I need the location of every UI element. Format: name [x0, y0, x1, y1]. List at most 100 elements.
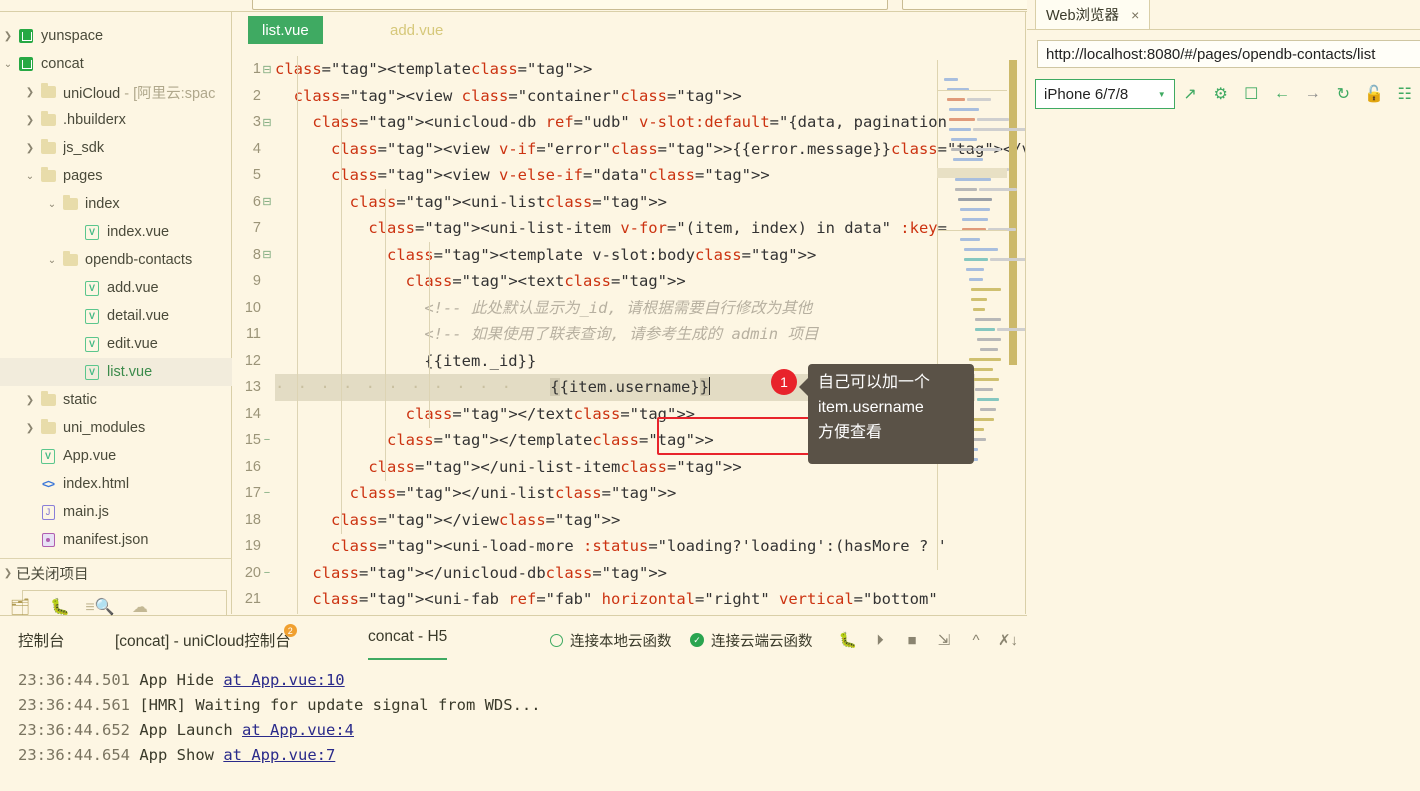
stop-icon[interactable]: ■: [896, 632, 928, 649]
console-log-line: 23:36:44.561 [HMR] Waiting for update si…: [18, 693, 1018, 718]
log-source-link[interactable]: at App.vue:7: [223, 746, 335, 764]
code-line-18[interactable]: class="tag"></viewclass="tag">>: [275, 507, 975, 534]
editor-tab-list-vue[interactable]: list.vue: [248, 16, 323, 44]
open-external-icon[interactable]: ↗: [1175, 84, 1206, 104]
code-line-5[interactable]: class="tag"><view v-else-if="data"class=…: [275, 162, 975, 189]
log-message: [HMR] Waiting for update signal from WDS…: [139, 696, 541, 714]
code-line-2[interactable]: class="tag"><view class="container"class…: [275, 83, 975, 110]
code-line-3[interactable]: class="tag"><unicloud-db ref="udb" v-slo…: [275, 109, 975, 136]
console-icon[interactable]: ☐: [1236, 84, 1267, 104]
chevron-right-icon[interactable]: ❯: [22, 423, 38, 434]
tree-item-uni_modules[interactable]: ❯ uni_modules: [0, 414, 232, 442]
chevron-down-icon[interactable]: ⌄: [22, 171, 38, 182]
tree-item-pages[interactable]: ⌄ pages: [0, 162, 232, 190]
line-number: 18: [244, 511, 261, 528]
code-line-9[interactable]: class="tag"><textclass="tag">>: [275, 268, 975, 295]
chevron-right-icon[interactable]: ❯: [22, 87, 38, 98]
clear-icon[interactable]: ✗↓: [992, 631, 1024, 649]
console-tab-unicloud[interactable]: [concat] - uniCloud控制台 2: [115, 616, 297, 664]
tree-item-app.vue[interactable]: V App.vue: [0, 442, 232, 470]
close-icon[interactable]: ×: [1131, 7, 1139, 23]
bug-icon[interactable]: 🐛: [832, 631, 864, 649]
tree-item-add.vue[interactable]: Vadd.vue: [0, 274, 232, 302]
fold-toggle-icon[interactable]: −: [261, 434, 273, 446]
fold-toggle-icon[interactable]: −: [261, 567, 273, 579]
tree-item-.hbuilderx[interactable]: ❯ .hbuilderx: [0, 106, 232, 134]
minimap-slider[interactable]: [1009, 60, 1017, 365]
minimap-line: [975, 388, 994, 391]
code-line-19[interactable]: class="tag"><uni-load-more :status="load…: [275, 533, 975, 560]
run-icon[interactable]: ⏵: [864, 632, 896, 649]
project-tree[interactable]: ❯ yunspace ⌄ concat ❯ uniCloud - [阿里云:spac ❯ .h…: [0, 22, 232, 550]
code-lines[interactable]: class="tag"><templateclass="tag">> class…: [275, 56, 1025, 614]
closed-projects-row[interactable]: ❯ 已关闭项目: [0, 558, 232, 588]
code-line-20[interactable]: class="tag"></unicloud-dbclass="tag">>: [275, 560, 975, 587]
code-line-8[interactable]: class="tag"><template v-slot:bodyclass="…: [275, 242, 975, 269]
fold-toggle-icon[interactable]: ⊟: [261, 116, 273, 129]
tree-item-index.html[interactable]: <> index.html: [0, 470, 232, 498]
forward-arrow-icon[interactable]: →: [1297, 85, 1328, 103]
tree-item-detail.vue[interactable]: Vdetail.vue: [0, 302, 232, 330]
tree-item-yunspace[interactable]: ❯ yunspace: [0, 22, 232, 50]
code-area[interactable]: 1 ⊟ 2 3 ⊟ 4 5 6 ⊟ 7 8 ⊟ 9 10 11 12 13 14 15−16 17−18 19 20−21…: [233, 56, 1025, 614]
cloud-icon[interactable]: ☁: [120, 597, 160, 617]
url-input[interactable]: http://localhost:8080/#/pages/opendb-con…: [1037, 40, 1420, 68]
chevron-right-icon[interactable]: ❯: [22, 395, 38, 406]
gutter-row: 12: [233, 348, 273, 375]
search-list-icon[interactable]: ≡🔍: [80, 597, 120, 617]
console-tab-h5[interactable]: concat - H5: [368, 616, 448, 660]
chevron-right-icon[interactable]: ❯: [22, 115, 38, 126]
settings-gear-icon[interactable]: ⚙: [1205, 84, 1236, 104]
tree-item-js_sdk[interactable]: ❯ js_sdk: [0, 134, 232, 162]
code-line-10[interactable]: <!-- 此处默认显示为_id, 请根据需要自行修改为其他: [275, 295, 975, 322]
log-source-link[interactable]: at App.vue:4: [242, 721, 354, 739]
bug-icon[interactable]: 🐛: [40, 597, 80, 617]
tree-item-static[interactable]: ❯ static: [0, 386, 232, 414]
status-remote-cloud-function[interactable]: ✓ 连接云端云函数: [690, 616, 813, 664]
minimap-line: [948, 108, 979, 111]
minimap-line: [944, 78, 959, 81]
fold-toggle-icon[interactable]: ⊟: [261, 195, 273, 208]
tree-item-edit.vue[interactable]: Vedit.vue: [0, 330, 232, 358]
tree-item-unicloud[interactable]: ❯ uniCloud - [阿里云:spac: [0, 78, 232, 106]
tree-item-main.js[interactable]: Jmain.js: [0, 498, 232, 526]
collapse-up-icon[interactable]: ^: [960, 632, 992, 649]
chevron-down-icon[interactable]: ⌄: [44, 199, 60, 210]
lock-icon[interactable]: 🔓: [1359, 84, 1390, 104]
files-icon[interactable]: 🗂: [0, 597, 40, 617]
code-line-17[interactable]: class="tag"></uni-listclass="tag">>: [275, 480, 975, 507]
browser-tab[interactable]: Web浏览器 ×: [1035, 0, 1151, 30]
device-select[interactable]: iPhone 6/7/8 ▼: [1035, 79, 1175, 109]
fold-toggle-icon[interactable]: ⊟: [261, 63, 273, 76]
back-arrow-icon[interactable]: ←: [1267, 85, 1298, 103]
fold-toggle-icon[interactable]: −: [261, 487, 273, 499]
tree-item-concat[interactable]: ⌄ concat: [0, 50, 232, 78]
code-line-21[interactable]: class="tag"><uni-fab ref="fab" horizonta…: [275, 586, 975, 613]
chevron-right-icon[interactable]: ❯: [0, 31, 16, 42]
gutter-row: 16: [233, 454, 273, 481]
chevron-right-icon: ❯: [3, 568, 13, 579]
status-local-cloud-function[interactable]: 连接本地云函数: [550, 616, 672, 664]
fold-toggle-icon[interactable]: ⊟: [261, 248, 273, 261]
code-line-1[interactable]: class="tag"><templateclass="tag">>: [275, 56, 975, 83]
code-line-7[interactable]: class="tag"><uni-list-item v-for="(item,…: [275, 215, 975, 242]
tree-item-list.vue[interactable]: Vlist.vue: [0, 358, 232, 386]
tree-item-opendb-contacts[interactable]: ⌄ opendb-contacts: [0, 246, 232, 274]
log-source-link[interactable]: at App.vue:10: [223, 671, 344, 689]
qrcode-icon[interactable]: ☷: [1389, 84, 1420, 104]
tree-item-index.vue[interactable]: Vindex.vue: [0, 218, 232, 246]
code-line-4[interactable]: class="tag"><view v-if="error"class="tag…: [275, 136, 1025, 163]
reload-icon[interactable]: ↻: [1328, 84, 1359, 104]
code-line-11[interactable]: <!-- 如果使用了联表查询, 请参考生成的 admin 项目: [275, 321, 975, 348]
chevron-down-icon[interactable]: ⌄: [44, 255, 60, 266]
tree-item-index[interactable]: ⌄ index: [0, 190, 232, 218]
gutter-row: 10: [233, 295, 273, 322]
chevron-right-icon[interactable]: ❯: [22, 143, 38, 154]
editor-minimap[interactable]: [937, 60, 1025, 570]
export-icon[interactable]: ⇲: [928, 631, 960, 649]
chevron-down-icon[interactable]: ⌄: [0, 59, 16, 70]
console-tab-main[interactable]: 控制台: [18, 616, 65, 664]
editor-tab-add-vue[interactable]: add.vue: [376, 16, 457, 44]
tree-item-manifest.json[interactable]: manifest.json: [0, 526, 232, 550]
code-line-6[interactable]: class="tag"><uni-listclass="tag">>: [275, 189, 975, 216]
